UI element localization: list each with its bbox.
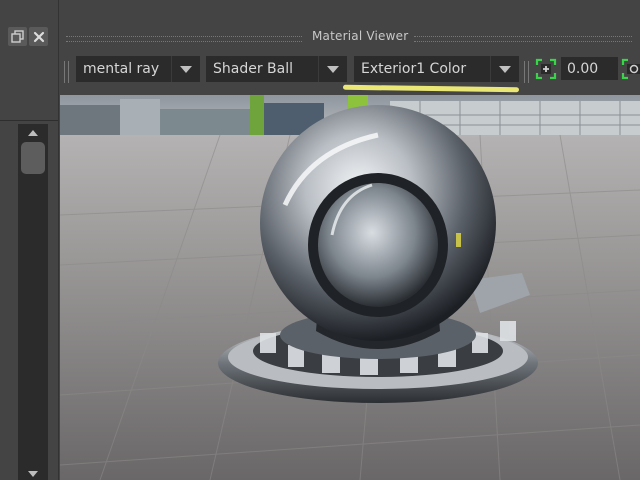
exposure-icon [535,58,557,80]
exposure-button[interactable] [534,57,558,81]
panel-title: Material Viewer [312,29,409,43]
exposure-value: 0.00 [567,60,599,77]
render-viewport[interactable] [60,95,640,480]
geometry-dropdown[interactable]: Shader Ball [206,56,347,82]
renderer-dropdown[interactable]: mental ray [76,56,200,82]
float-window-button[interactable] [8,27,27,46]
shader-ball-preview [60,95,640,480]
vertical-scrollbar[interactable] [18,124,48,480]
scroll-down-button[interactable] [18,468,48,480]
chevron-down-icon [171,56,200,82]
dock-buttons [8,27,48,46]
close-icon [33,31,44,42]
left-dock-strip [0,0,58,480]
close-panel-button[interactable] [29,27,48,46]
chevron-down-icon [490,56,519,82]
toolbar-handle[interactable] [524,61,529,83]
renderer-value: mental ray [83,61,160,77]
scrollbar-thumb[interactable] [21,142,45,174]
environment-value: Exterior1 Color [361,61,467,77]
float-window-icon [11,30,24,43]
panel-titlebar[interactable]: Material Viewer [58,26,640,48]
arrow-down-icon [28,471,38,477]
arrow-up-icon [28,130,38,136]
environment-dropdown[interactable]: Exterior1 Color [354,56,519,82]
geometry-value: Shader Ball [213,61,294,77]
gamma-icon [621,58,640,80]
gamma-button[interactable] [620,57,640,81]
titlebar-grip-left[interactable] [66,36,302,42]
strip-divider [0,120,58,121]
titlebar-grip-right[interactable] [414,36,632,42]
annotation-highlight [342,84,520,93]
exposure-value-field[interactable]: 0.00 [561,57,618,80]
chevron-down-icon [318,56,347,82]
viewer-toolbar: mental ray Shader Ball Exterior1 Color 0… [58,55,640,85]
material-viewer-panel: Material Viewer mental ray Shader Ball E… [58,0,640,480]
toolbar-handle[interactable] [64,61,69,83]
scroll-up-button[interactable] [18,126,48,140]
